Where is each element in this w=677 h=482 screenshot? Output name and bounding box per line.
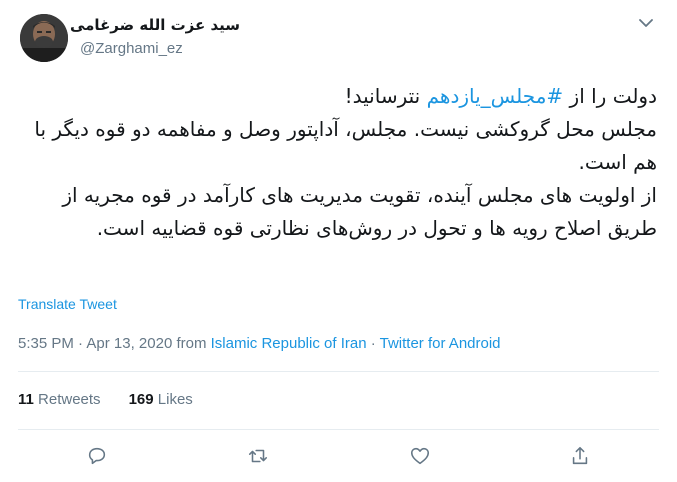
- tweet-line-1: دولت را از #مجلس_یازدهم نترسانید!: [16, 80, 657, 113]
- hashtag-link[interactable]: #مجلس_یازدهم: [427, 84, 564, 108]
- tweet-client-link[interactable]: Twitter for Android: [380, 335, 501, 352]
- retweets-count: 11: [18, 391, 34, 408]
- tweet-meta: 5:35 PM · Apr 13, 2020 from Islamic Repu…: [18, 335, 501, 352]
- tweet-time[interactable]: 5:35 PM: [18, 335, 74, 352]
- chevron-down-icon[interactable]: [637, 16, 655, 30]
- divider: [18, 429, 659, 430]
- tweet-line-1-suffix: نترسانید!: [344, 84, 427, 108]
- author-handle[interactable]: @Zarghami_ez: [80, 40, 183, 57]
- translate-tweet-link[interactable]: Translate Tweet: [18, 296, 117, 312]
- meta-separator: ·: [370, 335, 376, 352]
- tweet-location-link[interactable]: Islamic Republic of Iran: [211, 335, 367, 352]
- tweet-stats: 11 Retweets 169 Likes: [18, 391, 193, 408]
- meta-separator: ·: [78, 335, 84, 352]
- reply-icon[interactable]: [84, 443, 110, 469]
- likes-label: Likes: [157, 391, 193, 408]
- tweet-date[interactable]: Apr 13, 2020: [86, 335, 172, 352]
- avatar[interactable]: [20, 14, 68, 62]
- heart-icon[interactable]: [407, 443, 433, 469]
- retweets-stat[interactable]: 11 Retweets: [18, 391, 101, 408]
- tweet-paragraph-2: مجلس محل گروکشی نیست. مجلس، آداپتور وصل …: [34, 117, 657, 174]
- divider: [18, 371, 659, 372]
- meta-from: from: [176, 335, 207, 352]
- likes-count: 169: [128, 391, 154, 408]
- tweet-actions: [0, 443, 677, 469]
- share-icon[interactable]: [567, 443, 593, 469]
- likes-stat[interactable]: 169 Likes: [129, 391, 193, 408]
- retweet-icon[interactable]: [245, 443, 271, 469]
- retweets-label: Retweets: [38, 391, 101, 408]
- author-display-name[interactable]: سید عزت الله ضرغامی: [70, 16, 240, 34]
- tweet-text: دولت را از #مجلس_یازدهم نترسانید! مجلس م…: [16, 80, 657, 245]
- tweet-line-1-prefix: دولت را از: [563, 84, 657, 108]
- tweet-paragraph-3: از اولویت های مجلس آینده، تقویت مدیریت ه…: [62, 183, 657, 240]
